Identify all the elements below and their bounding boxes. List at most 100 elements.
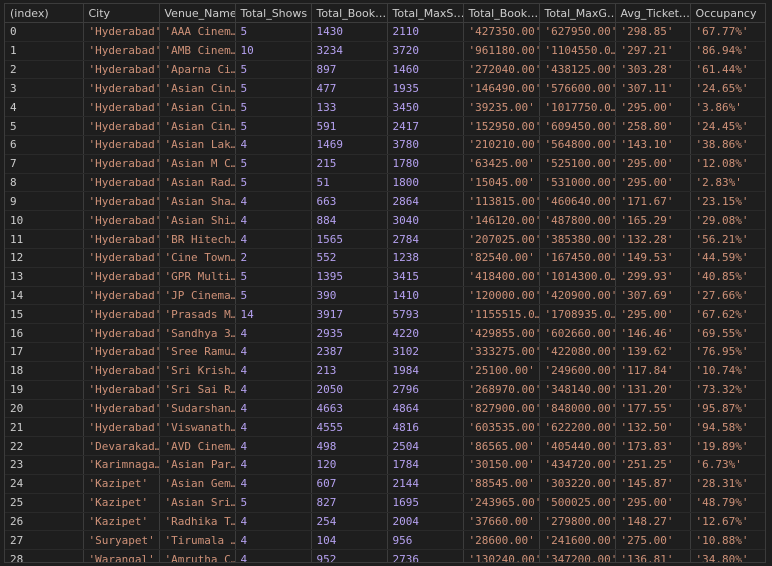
table-cell: '303.28' <box>615 60 691 80</box>
table-row: 25 'Kazipet' 'Asian Sri… 5 827 1695'243965.00… <box>5 493 765 513</box>
table-cell: 'Tirumala … <box>159 530 236 551</box>
table-cell: '28600.00' <box>463 530 540 551</box>
table-row: 26 'Kazipet' 'Radhika T… 4 254 2004'37660.00'… <box>5 512 765 532</box>
column-header[interactable]: Total_Book… <box>311 4 388 23</box>
row-index-cell: 13 <box>5 267 84 287</box>
table-cell: '241600.00' <box>539 530 616 551</box>
table-cell: '531000.00' <box>539 173 616 193</box>
row-index-cell: 25 <box>5 493 84 513</box>
table-cell: 4 <box>235 361 312 381</box>
table-cell: 3720 <box>387 41 464 61</box>
table-cell: 254 <box>311 512 388 532</box>
column-header[interactable]: Total_MaxG… <box>539 4 616 23</box>
table-cell: '307.11' <box>615 78 691 99</box>
table-row: 10 'Hyderabad' 'Asian Shi… 4 884 3040'146120.… <box>5 210 765 231</box>
table-cell: 1238 <box>387 248 464 268</box>
table-cell: 'Hyderabad' <box>83 361 160 381</box>
table-cell: 4220 <box>387 323 464 344</box>
row-index-cell: 21 <box>5 417 84 438</box>
table-cell: 1460 <box>387 60 464 80</box>
table-cell: '146.46' <box>615 323 691 344</box>
table-cell: '12.08%' <box>690 154 765 174</box>
table-cell: '12.67%' <box>690 512 765 532</box>
table-cell: '88545.00' <box>463 474 540 494</box>
column-header[interactable]: Avg_Ticket… <box>615 4 691 23</box>
table-cell: '576600.00' <box>539 78 616 99</box>
table-cell: '19.89%' <box>690 436 765 457</box>
table-cell: 4 <box>235 399 312 419</box>
column-header[interactable]: Occupancy <box>690 4 765 23</box>
table-row: 14 'Hyderabad' 'JP Cinema… 5 390 1410'120000.… <box>5 286 765 306</box>
table-cell: '117.84' <box>615 361 691 381</box>
table-cell: 'AVD Cinem… <box>159 436 236 457</box>
table-cell: 4 <box>235 455 312 475</box>
table-cell: 'Asian Cin… <box>159 116 236 136</box>
table-cell: '848000.00' <box>539 399 616 419</box>
table-cell: 952 <box>311 549 388 562</box>
table-cell: '148.27' <box>615 512 691 532</box>
table-cell: 4 <box>235 512 312 532</box>
column-header[interactable]: City <box>83 4 160 23</box>
column-header[interactable]: Total_Book… <box>463 4 540 23</box>
row-index-cell: 6 <box>5 135 84 155</box>
table-cell: 'Amrutha C… <box>159 549 236 562</box>
table-cell: 3234 <box>311 41 388 61</box>
table-cell: '25100.00' <box>463 361 540 381</box>
table-cell: '44.59%' <box>690 248 765 268</box>
table-cell: 2784 <box>387 229 464 249</box>
table-cell: '10.88%' <box>690 530 765 551</box>
table-cell: 4 <box>235 474 312 494</box>
table-cell: 'Karimnaga… <box>83 455 160 475</box>
row-index-cell: 2 <box>5 60 84 80</box>
column-header[interactable]: Total_Shows <box>235 4 312 23</box>
table-cell: 5 <box>235 78 312 99</box>
table-cell: 'AMB Cinem… <box>159 41 236 61</box>
table-cell: 1780 <box>387 154 464 174</box>
table-row: 27 'Suryapet' 'Tirumala … 4 104 956'28600.00'… <box>5 530 765 551</box>
table-row: 16 'Hyderabad' 'Sandhya 3… 4 2935 4220'429855… <box>5 323 765 344</box>
table-cell: 1800 <box>387 173 464 193</box>
table-cell: 3780 <box>387 135 464 155</box>
column-header[interactable]: (index) <box>5 4 84 23</box>
table-cell: '15045.00' <box>463 173 540 193</box>
table-cell: '1155515.0… <box>463 304 540 325</box>
column-header[interactable]: Total_MaxS… <box>387 4 464 23</box>
table-cell: '210210.00' <box>463 135 540 155</box>
table-cell: '67.62%' <box>690 304 765 325</box>
table-cell: 5 <box>235 154 312 174</box>
table-cell: 4816 <box>387 417 464 438</box>
table-cell: 'Hyderabad' <box>83 173 160 193</box>
table-cell: '136.81' <box>615 549 691 562</box>
table-cell: '279800.00' <box>539 512 616 532</box>
table-cell: 'Hyderabad' <box>83 210 160 231</box>
table-cell: 'Asian Rad… <box>159 173 236 193</box>
table-cell: 1984 <box>387 361 464 381</box>
table-cell: 'Sree Ramu… <box>159 342 236 362</box>
table-cell: 'AAA Cinem… <box>159 22 236 42</box>
table-row: 11 'Hyderabad' 'BR Hitech… 4 1565 2784'207025… <box>5 229 765 249</box>
table-cell: 4663 <box>311 399 388 419</box>
table-cell: '418400.00' <box>463 267 540 287</box>
row-index-cell: 3 <box>5 78 84 99</box>
table-cell: '130240.00' <box>463 549 540 562</box>
row-index-cell: 24 <box>5 474 84 494</box>
table-cell: 215 <box>311 154 388 174</box>
table-row: 13 'Hyderabad' 'GPR Multi… 5 1395 3415'418400… <box>5 267 765 287</box>
table-cell: '627950.00' <box>539 22 616 42</box>
table-cell: '28.31%' <box>690 474 765 494</box>
column-header[interactable]: Venue_Name <box>159 4 236 23</box>
table-cell: '1104550.0… <box>539 41 616 61</box>
table-cell: 'Hyderabad' <box>83 191 160 212</box>
table-cell: 498 <box>311 436 388 457</box>
table-cell: '420900.00' <box>539 286 616 306</box>
table-cell: 'Hyderabad' <box>83 267 160 287</box>
table-cell: 5 <box>235 97 312 118</box>
table-cell: 5 <box>235 493 312 513</box>
table-cell: 'Hyderabad' <box>83 116 160 136</box>
table-row: 23 'Karimnaga… 'Asian Par… 4 120 1784'30150.0… <box>5 455 765 475</box>
table-cell: 4 <box>235 530 312 551</box>
table-cell: 'Devarakad… <box>83 436 160 457</box>
table-cell: '243965.00' <box>463 493 540 513</box>
table-cell: 1469 <box>311 135 388 155</box>
table-cell: '249600.00' <box>539 361 616 381</box>
